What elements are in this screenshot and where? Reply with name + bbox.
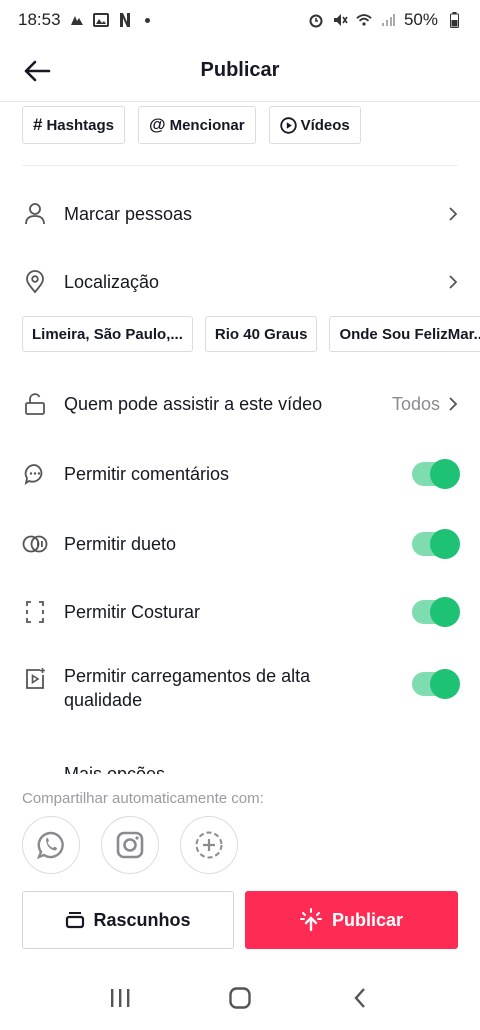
location-chip[interactable]: Limeira, São Paulo,... — [22, 316, 193, 352]
hashtags-button[interactable]: # Hashtags — [22, 106, 125, 144]
instagram-share-button[interactable] — [101, 816, 159, 874]
chevron-right-icon — [446, 205, 460, 223]
instagram-icon — [116, 831, 144, 859]
allow-comments-toggle[interactable] — [412, 459, 460, 489]
action-row: Rascunhos Publicar — [22, 891, 458, 949]
at-icon: @ — [149, 115, 166, 134]
arrow-left-icon — [24, 60, 51, 82]
location-chip[interactable]: Onde Sou FelizMar... — [329, 316, 480, 352]
battery-icon — [446, 12, 462, 28]
alarm-icon — [308, 12, 324, 28]
status-time: 18:53 — [18, 10, 61, 29]
recents-icon — [111, 989, 130, 1007]
status-bar: 18:53 50% — [0, 0, 480, 40]
drafts-label: Rascunhos — [93, 909, 191, 930]
allow-duet-toggle[interactable] — [412, 529, 460, 559]
drafts-button[interactable]: Rascunhos — [22, 891, 234, 949]
publish-button[interactable]: Publicar — [245, 891, 458, 949]
allow-duet-row: Permitir dueto — [0, 524, 480, 564]
home-button[interactable] — [220, 978, 260, 1018]
location-chip[interactable]: Rio 40 Graus — [204, 316, 318, 352]
allow-comments-label: Permitir comentários — [64, 464, 230, 484]
system-back-button[interactable] — [340, 978, 380, 1018]
allow-hq-upload-toggle[interactable] — [412, 669, 460, 699]
tag-chip-row: # Hashtags @ Mencionar Vídeos — [22, 106, 361, 144]
stitch-icon — [22, 599, 48, 625]
allow-hq-upload-row: Permitir carregamentos de alta qualidade — [0, 664, 480, 720]
duet-icon — [22, 531, 48, 557]
drafts-icon — [66, 912, 85, 929]
recents-button[interactable] — [100, 978, 140, 1018]
share-targets — [22, 816, 238, 874]
allow-duet-label: Permitir dueto — [64, 534, 177, 554]
header: Publicar — [0, 40, 480, 102]
add-share-button[interactable] — [180, 816, 238, 874]
battery-percent: 50% — [403, 10, 438, 29]
tag-people-label: Marcar pessoas — [64, 204, 193, 224]
back-icon — [354, 988, 365, 1008]
privacy-row[interactable]: Quem pode assistir a este vídeo Todos — [0, 384, 480, 424]
netflix-icon — [117, 12, 133, 28]
hq-video-icon — [22, 666, 48, 692]
hashtag-icon: # — [33, 115, 43, 134]
gallery-icon — [92, 12, 109, 28]
location-pin-icon — [22, 269, 48, 295]
more-notifications-dot — [144, 17, 150, 23]
videos-button[interactable]: Vídeos — [268, 106, 361, 144]
notification-icon — [69, 12, 85, 28]
divider — [22, 165, 458, 166]
location-label: Localização — [64, 272, 160, 292]
system-nav-bar — [0, 966, 480, 1030]
allow-stitch-label: Permitir Costurar — [64, 602, 201, 622]
allow-hq-upload-label: Permitir carregamentos de alta qualidade — [64, 666, 311, 710]
location-row[interactable]: Localização — [0, 262, 480, 302]
whatsapp-icon — [36, 831, 64, 860]
add-icon — [195, 831, 223, 859]
signal-icon — [380, 12, 396, 28]
allow-stitch-toggle[interactable] — [412, 597, 460, 627]
upload-sparkle-icon — [299, 908, 322, 932]
play-circle-icon — [279, 116, 297, 134]
allow-comments-row: Permitir comentários — [0, 454, 480, 494]
unlock-icon — [22, 391, 48, 417]
whatsapp-share-button[interactable] — [22, 816, 80, 874]
back-button[interactable] — [18, 52, 56, 90]
wifi-icon — [356, 12, 372, 28]
more-options-label: Mais opções — [64, 764, 166, 774]
hashtags-label: Hashtags — [46, 116, 114, 134]
mention-button[interactable]: @ Mencionar — [138, 106, 256, 144]
more-options-row[interactable]: Mais opções — [0, 760, 480, 774]
privacy-value: Todos — [391, 393, 440, 414]
tag-people-row[interactable]: Marcar pessoas — [0, 194, 480, 234]
chevron-right-icon — [446, 395, 460, 413]
bottom-panel: Compartilhar automaticamente com: Rascun… — [0, 776, 480, 966]
videos-label: Vídeos — [300, 116, 350, 134]
chevron-right-icon — [446, 273, 460, 291]
mention-label: Mencionar — [169, 116, 245, 134]
person-icon — [22, 201, 48, 227]
comment-icon — [22, 461, 48, 487]
location-suggestions: Limeira, São Paulo,... Rio 40 Graus Onde… — [22, 316, 480, 352]
privacy-label: Quem pode assistir a este vídeo — [64, 394, 323, 414]
allow-stitch-row: Permitir Costurar — [0, 592, 480, 632]
page-title: Publicar — [200, 59, 280, 81]
publish-label: Publicar — [331, 909, 404, 930]
home-icon — [229, 987, 251, 1009]
auto-share-label: Compartilhar automaticamente com: — [22, 790, 264, 807]
mute-icon — [332, 12, 348, 28]
